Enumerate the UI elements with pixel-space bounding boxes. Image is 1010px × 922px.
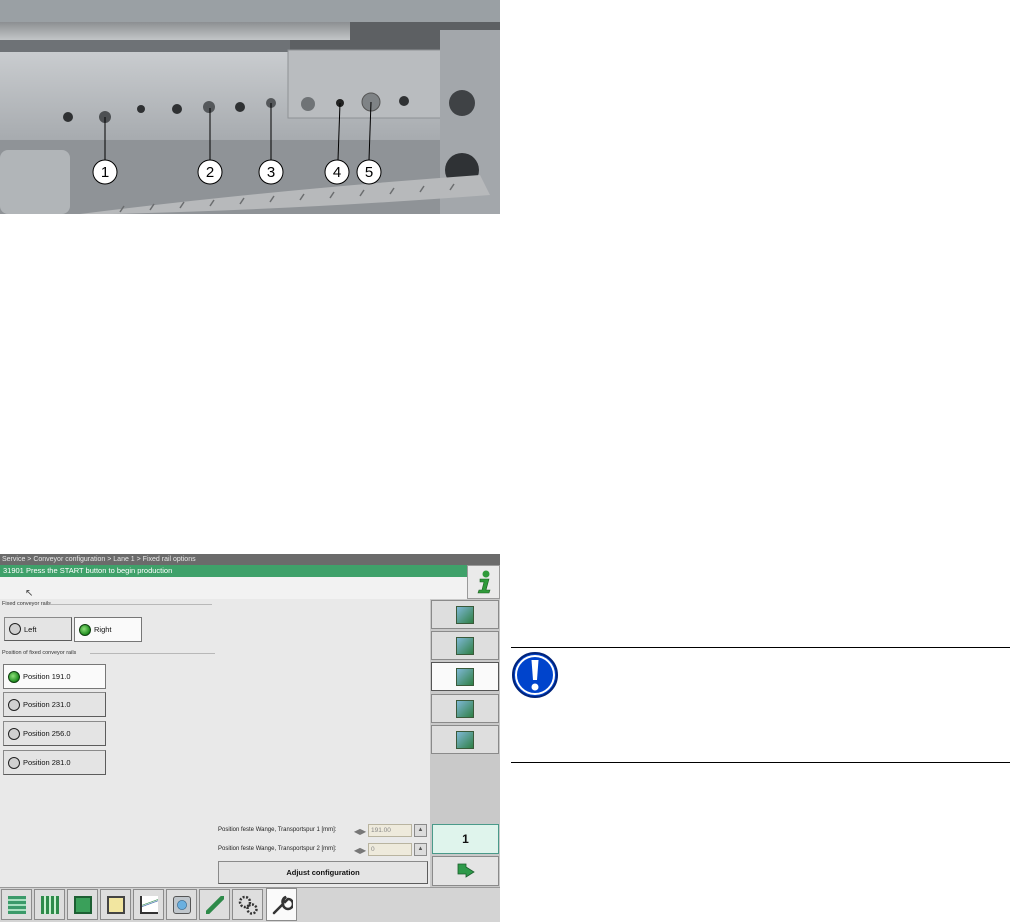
- taskbar-button-board[interactable]: [67, 889, 98, 920]
- callout-2: 2: [197, 159, 223, 185]
- info-icon: [477, 570, 490, 594]
- lane-2-position-value: 0: [371, 846, 375, 853]
- mouse-cursor-icon: ↖: [25, 588, 34, 599]
- status-message: 31901 Press the START button to begin pr…: [0, 565, 467, 577]
- adjust-configuration-button[interactable]: Adjust configuration: [218, 861, 428, 884]
- led-indicator-icon: [79, 623, 91, 636]
- lane-1-position-field[interactable]: 191.00: [368, 824, 412, 837]
- adjust-configuration-label: Adjust configuration: [286, 868, 360, 877]
- wrench-icon: [272, 895, 293, 914]
- note-top-rule: [511, 647, 1010, 648]
- rail-move-icon: [456, 699, 474, 718]
- taskbar-button-settings[interactable]: [232, 889, 263, 920]
- taskbar-button-feeder[interactable]: [100, 889, 131, 920]
- breadcrumb: Service > Conveyor configuration > Lane …: [0, 554, 500, 565]
- note-bottom-rule: [511, 762, 1010, 763]
- field-label-lane-2: Position feste Wange, Transportspur 2 [m…: [218, 846, 337, 852]
- fixed-rails-group-label: Fixed conveyor rails: [2, 601, 51, 607]
- taskbar-button-chart[interactable]: [133, 889, 164, 920]
- tool-icon: [205, 895, 224, 914]
- led-indicator-icon: [8, 698, 20, 711]
- important-note-icon: [511, 651, 559, 699]
- board-icon: [73, 895, 92, 914]
- message-area: [0, 577, 467, 599]
- rail-width-icon: [456, 636, 474, 655]
- left-right-arrows-icon[interactable]: ◀▶: [352, 844, 368, 856]
- machine-screen: Service > Conveyor configuration > Lane …: [0, 554, 500, 922]
- sidebar-button-4[interactable]: [431, 694, 499, 723]
- gears-icon: [238, 895, 258, 915]
- led-indicator-icon: [9, 623, 21, 635]
- position-256-button[interactable]: Position 256.0: [3, 721, 106, 746]
- taskbar-button-grid[interactable]: [34, 889, 65, 920]
- lane-number: 1: [462, 832, 469, 846]
- rail-adjust-icon: [456, 605, 474, 624]
- left-right-arrows-icon[interactable]: ◀▶: [352, 825, 368, 837]
- lane-2-position-field[interactable]: 0: [368, 843, 412, 856]
- position-231-label: Position 231.0: [23, 700, 71, 709]
- svg-text:1: 1: [101, 164, 109, 181]
- camera-icon: [172, 895, 191, 914]
- machine-photo: 1 2 3 4 5: [0, 0, 500, 214]
- group-divider: [50, 604, 212, 605]
- rail-calibrate-icon: [456, 730, 474, 749]
- lane-1-position-value: 191.00: [371, 827, 391, 834]
- taskbar-button-camera[interactable]: [166, 889, 197, 920]
- svg-text:5: 5: [365, 164, 373, 181]
- group-divider: [90, 653, 215, 654]
- rail-right-label: Right: [94, 625, 112, 634]
- position-231-button[interactable]: Position 231.0: [3, 692, 106, 717]
- svg-text:2: 2: [206, 164, 214, 181]
- position-256-label: Position 256.0: [23, 729, 71, 738]
- position-group-label: Position of fixed conveyor rails: [2, 650, 77, 656]
- lane-2-spin-button[interactable]: ▲: [414, 843, 427, 856]
- lane-selector-button[interactable]: 1: [432, 824, 499, 854]
- sidebar-button-5[interactable]: [431, 725, 499, 754]
- rail-right-button[interactable]: Right: [74, 617, 142, 642]
- taskbar-button-layers[interactable]: [1, 889, 32, 920]
- led-indicator-icon: [8, 727, 20, 740]
- svg-text:4: 4: [333, 164, 341, 181]
- lane-1-spin-button[interactable]: ▲: [414, 824, 427, 837]
- rail-left-label: Left: [24, 624, 37, 634]
- feeder-icon: [106, 895, 125, 914]
- sidebar-button-2[interactable]: [431, 631, 499, 660]
- callout-4: 4: [324, 159, 350, 185]
- position-191-label: Position 191.0: [23, 672, 71, 681]
- grid-icon: [40, 895, 59, 914]
- arrow-next-icon: [457, 863, 475, 878]
- led-indicator-icon: [8, 756, 20, 769]
- taskbar-button-tool[interactable]: [199, 889, 230, 920]
- position-281-button[interactable]: Position 281.0: [3, 750, 106, 775]
- next-button[interactable]: [432, 856, 499, 886]
- sidebar-button-fixed-rail[interactable]: [431, 662, 499, 691]
- callout-1: 1: [92, 159, 118, 185]
- led-indicator-icon: [8, 670, 20, 683]
- field-label-lane-1: Position feste Wange, Transportspur 1 [m…: [218, 827, 337, 833]
- rail-left-button[interactable]: Left: [4, 617, 72, 641]
- position-281-label: Position 281.0: [23, 758, 71, 767]
- chart-icon: [139, 895, 158, 914]
- sidebar-button-1[interactable]: [431, 600, 499, 629]
- callout-5: 5: [356, 159, 382, 185]
- info-button[interactable]: [467, 565, 500, 599]
- position-191-button[interactable]: Position 191.0: [3, 664, 106, 689]
- callout-3: 3: [258, 159, 284, 185]
- svg-text:3: 3: [267, 164, 275, 181]
- taskbar-button-service[interactable]: [266, 888, 297, 921]
- fixed-rail-icon: [456, 667, 474, 686]
- layers-icon: [7, 895, 26, 914]
